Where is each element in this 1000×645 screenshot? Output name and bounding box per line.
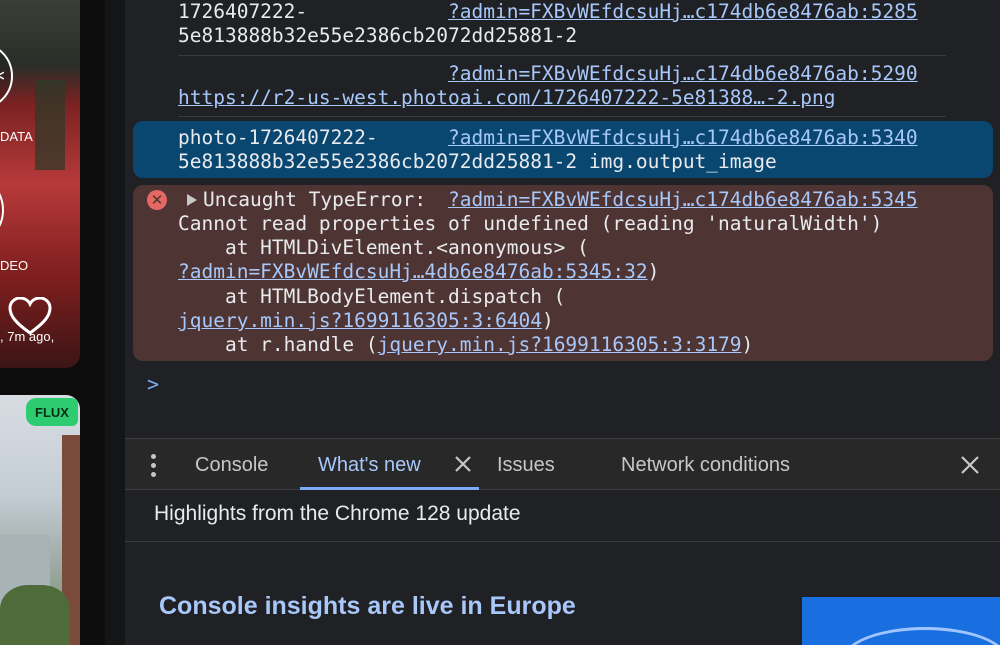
time-ago-label: , 7m ago, — [0, 329, 55, 344]
devtools-panel: 1726407222- ?admin=FXBvWEfdcsuHj…c174db6… — [125, 0, 1000, 645]
error-icon: ✕ — [147, 190, 167, 210]
error-message-text: Cannot read properties of undefined (rea… — [178, 212, 883, 235]
kebab-menu-icon[interactable] — [151, 454, 157, 481]
building-photo-card[interactable] — [0, 395, 80, 645]
error-source-link[interactable]: ?admin=FXBvWEfdcsuHj…c174db6e8476ab:5345 — [448, 188, 918, 212]
stack-frame: at r.handle (jquery.min.js?1699116305:3:… — [178, 333, 753, 357]
wand-icon: ⁂ — [0, 58, 5, 86]
stack-frame-link[interactable]: ?admin=FXBvWEfdcsuHj…4db6e8476ab:5345:32 — [178, 260, 648, 283]
tab-whats-new[interactable]: What's new — [318, 439, 421, 489]
close-icon[interactable] — [959, 454, 981, 476]
stack-frame-link[interactable]: jquery.min.js?1699116305:3:3179 — [378, 333, 742, 356]
console-message-text: 5e813888b32e55e2386cb2072dd25881-2 — [178, 24, 578, 47]
data-label: DATA — [0, 129, 33, 144]
stack-frame-text: at HTMLBodyElement.dispatch ( — [178, 285, 566, 308]
drawer-tab-bar: Console What's new Issues Network condit… — [125, 438, 1000, 490]
console-message-text: 1726407222- — [178, 0, 308, 23]
console-message-source-link[interactable]: ?admin=FXBvWEfdcsuHj…c174db6e8476ab:5285 — [448, 0, 918, 24]
tab-console[interactable]: Console — [195, 439, 268, 489]
insight-thumbnail — [802, 597, 1000, 645]
stack-frame-suffix: ) — [741, 333, 754, 356]
stack-frame-text: at r.handle ( — [178, 333, 378, 356]
divider — [178, 116, 946, 117]
flux-badge: FLUX — [26, 398, 78, 426]
stack-frame: jquery.min.js?1699116305:3:6404) — [178, 309, 554, 333]
expand-triangle-icon[interactable] — [187, 194, 197, 206]
image-url-link[interactable]: https://r2-us-west.photoai.com/172640722… — [178, 86, 835, 110]
stack-frame-suffix: ) — [647, 260, 660, 283]
insight-heading: Console insights are live in Europe — [159, 592, 576, 620]
stack-frame-text: at HTMLDivElement.<anonymous> ( — [178, 236, 589, 259]
whats-new-header: Highlights from the Chrome 128 update — [125, 490, 1000, 542]
scroll-gutter — [105, 0, 125, 645]
video-label: DEO — [0, 258, 29, 273]
prompt-chevron-icon[interactable]: > — [147, 372, 159, 396]
divider — [178, 55, 946, 56]
stack-frame-suffix: ) — [541, 309, 554, 332]
highlights-text: Highlights from the Chrome 128 update — [154, 502, 521, 525]
tab-issues[interactable]: Issues — [497, 439, 555, 489]
tab-network-conditions[interactable]: Network conditions — [621, 439, 790, 489]
data-circle-button[interactable]: ⁂ — [0, 42, 13, 110]
stack-frame-link[interactable]: jquery.min.js?1699116305:3:6404 — [178, 309, 542, 332]
close-icon[interactable] — [453, 454, 473, 474]
console-message-source-link[interactable]: ?admin=FXBvWEfdcsuHj…c174db6e8476ab:5340 — [448, 126, 918, 150]
console-message-text: photo-1726407222- — [178, 126, 378, 149]
console-message-text: 5e813888b32e55e2386cb2072dd25881-2 img.o… — [178, 150, 777, 173]
video-circle-button[interactable] — [0, 175, 4, 245]
stack-frame: ?admin=FXBvWEfdcsuHj…4db6e8476ab:5345:32… — [178, 260, 659, 284]
error-title: Uncaught TypeError: — [203, 188, 427, 211]
webpage-strip: ⁂ DATA DEO , 7m ago, FLUX — [0, 0, 105, 645]
console-message-source-link[interactable]: ?admin=FXBvWEfdcsuHj…c174db6e8476ab:5290 — [448, 62, 918, 86]
